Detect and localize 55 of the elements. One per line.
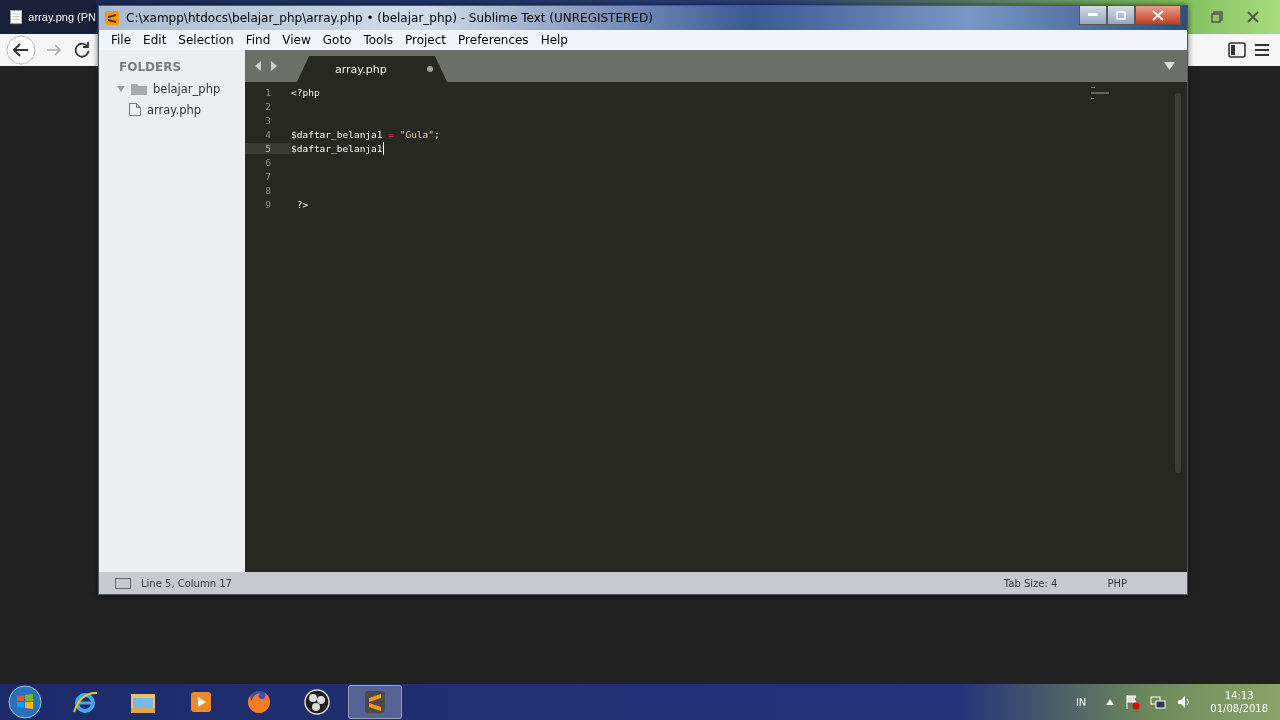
menu-icon[interactable] — [1254, 43, 1270, 57]
language-indicator[interactable]: IN — [1075, 696, 1087, 708]
tab-label: array.php — [335, 62, 387, 76]
line-number: 5 — [245, 142, 291, 154]
app-icon — [105, 11, 119, 25]
reload-icon[interactable] — [72, 40, 92, 60]
menu-item[interactable]: File — [105, 33, 138, 47]
caret-icon[interactable] — [1106, 699, 1115, 705]
line-number: 8 — [264, 184, 272, 196]
cursor-position: Line 5, Column 17 — [141, 577, 232, 589]
editor-tab[interactable]: array.php — [297, 56, 447, 82]
line-number: 9 — [264, 198, 272, 210]
file-icon — [129, 103, 141, 116]
network-icon[interactable] — [1150, 694, 1167, 710]
menu-item[interactable]: Help — [534, 33, 574, 47]
sidebar-icon[interactable] — [1228, 42, 1246, 58]
sidebar-folder[interactable]: belajar_php — [153, 81, 221, 96]
line-number: 7 — [264, 170, 272, 182]
line-number: 1 — [264, 86, 272, 98]
sidebar-heading: FOLDERS — [118, 60, 183, 74]
menu-item[interactable]: View — [276, 33, 317, 47]
text-cursor — [382, 141, 384, 155]
code-line: $daftar_belanja1 — [291, 142, 383, 154]
flag-icon[interactable] — [1124, 694, 1141, 710]
menu-item[interactable]: Goto — [316, 33, 358, 47]
menu-item[interactable]: Preferences — [452, 33, 535, 47]
line-number: 2 — [264, 100, 272, 112]
browser-tab[interactable]: array.png (PN — [0, 0, 96, 34]
code-line: ?> — [295, 198, 309, 210]
menu-item[interactable]: Edit — [137, 33, 173, 47]
start-icon[interactable] — [8, 685, 42, 719]
image-file-icon — [10, 9, 23, 25]
menu-item[interactable]: Selection — [172, 33, 240, 47]
tab-navigation-icon[interactable] — [255, 61, 277, 71]
code-line: $daftar_belanja1 = "Gula"; — [291, 128, 440, 140]
menu-item[interactable]: Project — [399, 33, 453, 47]
expanded-caret-icon[interactable] — [117, 84, 125, 93]
tab-size[interactable]: Tab Size: 4 — [1003, 577, 1058, 589]
sidebar-document[interactable]: array.php — [147, 102, 202, 117]
syntax-mode[interactable]: PHP — [1107, 577, 1127, 589]
line-number: 4 — [264, 128, 272, 140]
line-number: 6 — [264, 156, 272, 168]
back-icon[interactable] — [6, 35, 36, 65]
restore-icon[interactable] — [1210, 10, 1224, 24]
panel-toggle-icon[interactable] — [115, 577, 131, 589]
code-line: <?php — [291, 86, 320, 98]
line-number: 3 — [264, 114, 272, 126]
fox-icon — [245, 688, 273, 716]
menu-item[interactable]: Tools — [357, 33, 399, 47]
recorder-icon — [303, 688, 331, 716]
menu-item[interactable]: Find — [239, 33, 277, 47]
dropdown-icon[interactable] — [1164, 62, 1175, 70]
window-title: C:\xampp\htdocs\belajar_php\array.php • (belajar_php) - Sublime Text (UNREGISTERED) — [126, 11, 653, 25]
close-icon[interactable] — [1246, 10, 1260, 24]
folder-icon — [131, 82, 147, 95]
